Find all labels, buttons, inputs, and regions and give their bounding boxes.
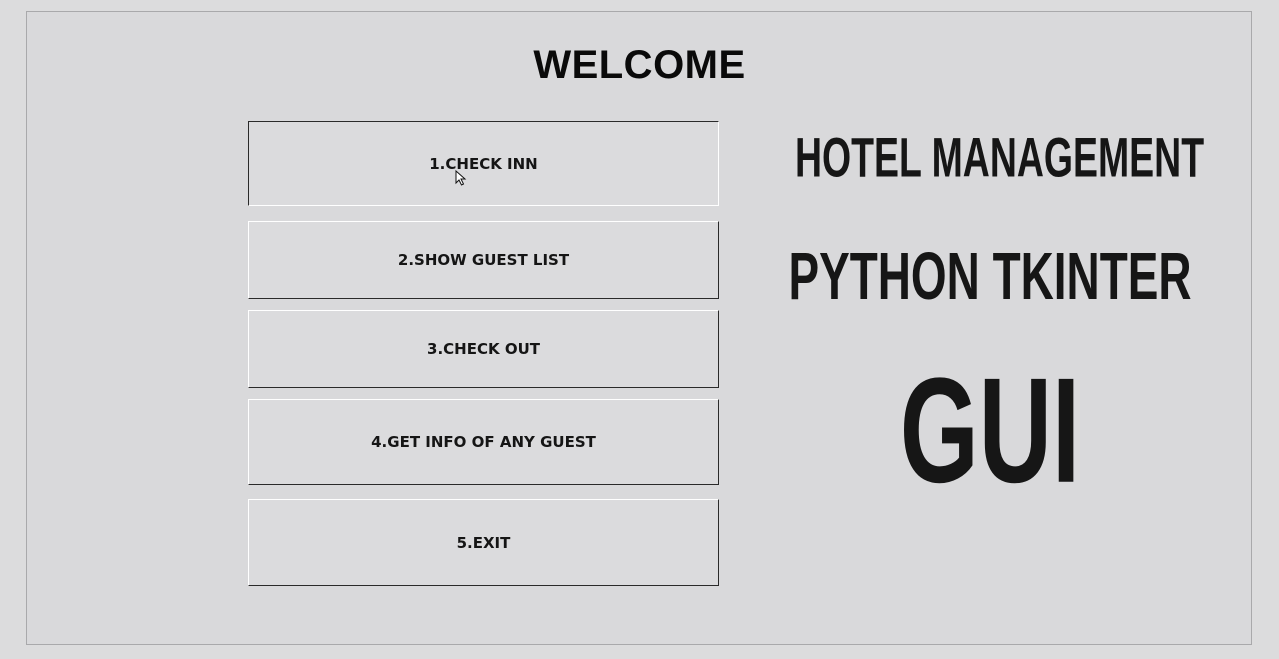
check-out-label: 3.CHECK OUT [427, 340, 540, 358]
mouse-pointer-icon [455, 170, 467, 186]
banner-hotel-management: HOTEL MANAGEMENT [795, 127, 1205, 189]
get-guest-info-label: 4.GET INFO OF ANY GUEST [371, 433, 596, 451]
banner-python-tkinter: PYTHON TKINTER [788, 237, 1192, 314]
exit-button[interactable]: 5.EXIT [248, 499, 719, 586]
show-guest-list-label: 2.SHOW GUEST LIST [397, 251, 570, 269]
exit-label: 5.EXIT [456, 533, 511, 552]
check-inn-button[interactable]: 1.CHECK INN [248, 121, 719, 206]
check-out-button[interactable]: 3.CHECK OUT [248, 310, 719, 388]
check-inn-label: 1.CHECK INN [429, 154, 538, 173]
banner-gui: GUI [899, 346, 1081, 514]
show-guest-list-button[interactable]: 2.SHOW GUEST LIST [248, 221, 719, 299]
welcome-heading: WELCOME [533, 43, 746, 87]
get-guest-info-button[interactable]: 4.GET INFO OF ANY GUEST [248, 399, 719, 485]
